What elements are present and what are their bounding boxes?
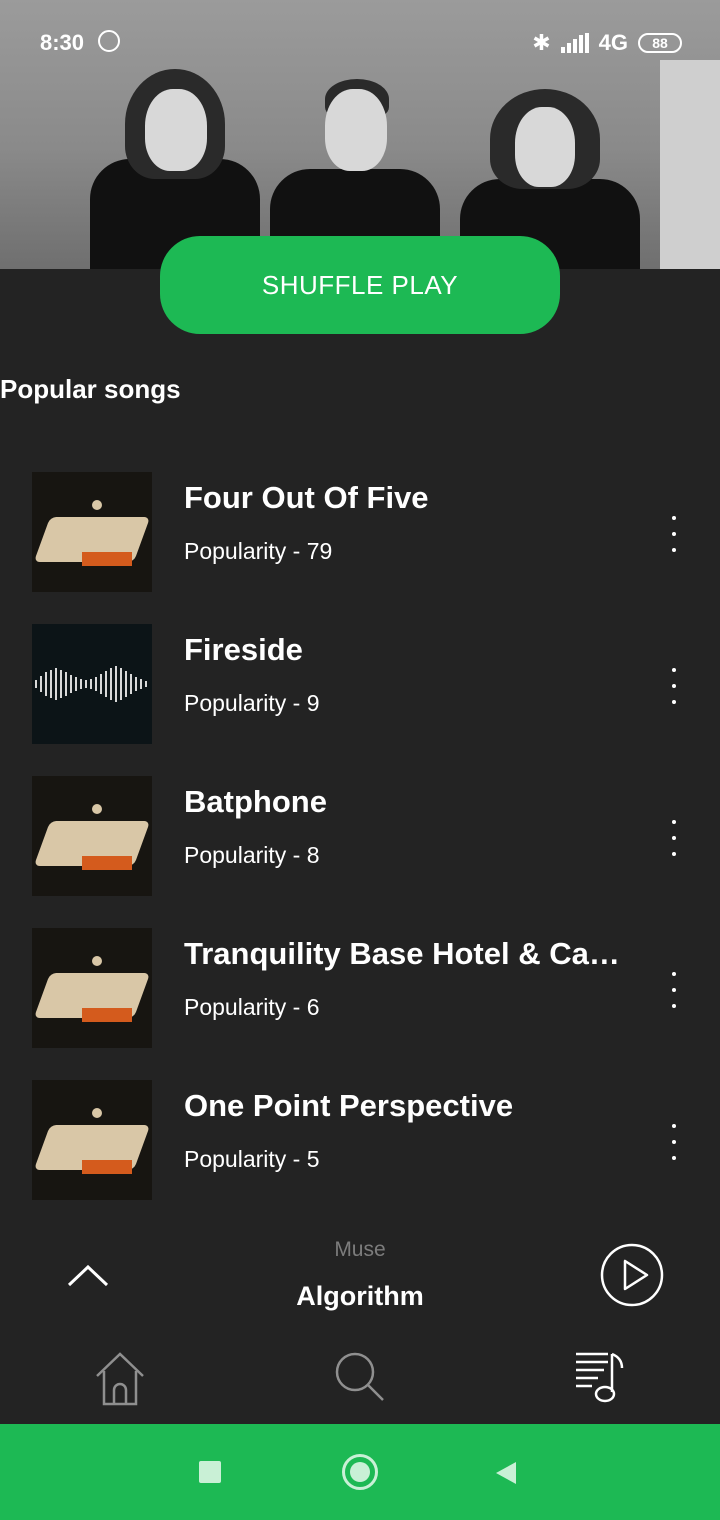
status-time: 8:30 (40, 30, 85, 55)
more-options-icon[interactable] (660, 820, 688, 856)
album-art-hotel (32, 928, 152, 1048)
song-popularity: Popularity - 79 (184, 538, 333, 564)
home-icon[interactable] (88, 1346, 152, 1410)
status-bar: 8:30 ✱ 4G 88 (0, 0, 720, 86)
signal-icon (560, 33, 589, 53)
album-art-waves (32, 624, 152, 744)
bottom-tab-bar (0, 1330, 720, 1424)
album-art-hotel (32, 776, 152, 896)
song-title: Tranquility Base Hotel & Casino (184, 936, 629, 971)
song-title: Fireside (184, 632, 303, 667)
playlist-music-icon[interactable] (568, 1346, 632, 1410)
song-popularity: Popularity - 8 (184, 842, 320, 868)
bluetooth-icon: ✱ (532, 30, 551, 55)
alarm-icon (98, 30, 120, 52)
more-options-icon[interactable] (660, 972, 688, 1008)
album-art-hotel (32, 472, 152, 592)
more-options-icon[interactable] (660, 1124, 688, 1160)
more-options-icon[interactable] (660, 668, 688, 704)
search-icon[interactable] (328, 1346, 392, 1410)
mini-player[interactable]: Muse Algorithm (0, 1225, 720, 1330)
album-art-hotel (32, 1080, 152, 1200)
song-popularity: Popularity - 5 (184, 1146, 320, 1172)
section-title: Popular songs (0, 374, 181, 404)
song-popularity: Popularity - 9 (184, 690, 320, 716)
home-nav-icon[interactable] (342, 1454, 378, 1490)
song-title: Batphone (184, 784, 327, 819)
play-icon[interactable] (600, 1243, 664, 1307)
more-options-icon[interactable] (660, 516, 688, 552)
song-row[interactable]: One Point Perspective Popularity - 5 (0, 1080, 720, 1232)
song-row[interactable]: Batphone Popularity - 8 (0, 776, 720, 928)
battery-icon: 88 (638, 33, 682, 53)
popular-songs-list: Four Out Of Five Popularity - 79 Firesid… (0, 472, 720, 1232)
song-title: One Point Perspective (184, 1088, 514, 1123)
song-row[interactable]: Tranquility Base Hotel & Casino Populari… (0, 928, 720, 1080)
shuffle-play-button[interactable]: SHUFFLE PLAY (160, 236, 560, 334)
recent-apps-icon[interactable] (199, 1461, 221, 1483)
back-icon[interactable] (494, 1460, 518, 1486)
song-title: Four Out Of Five (184, 480, 429, 515)
song-row[interactable]: Four Out Of Five Popularity - 79 (0, 472, 720, 624)
network-type: 4G (598, 30, 628, 55)
system-navigation-bar (0, 1424, 720, 1520)
song-popularity: Popularity - 6 (184, 994, 320, 1020)
battery-level: 88 (652, 35, 668, 51)
song-row[interactable]: Fireside Popularity - 9 (0, 624, 720, 776)
